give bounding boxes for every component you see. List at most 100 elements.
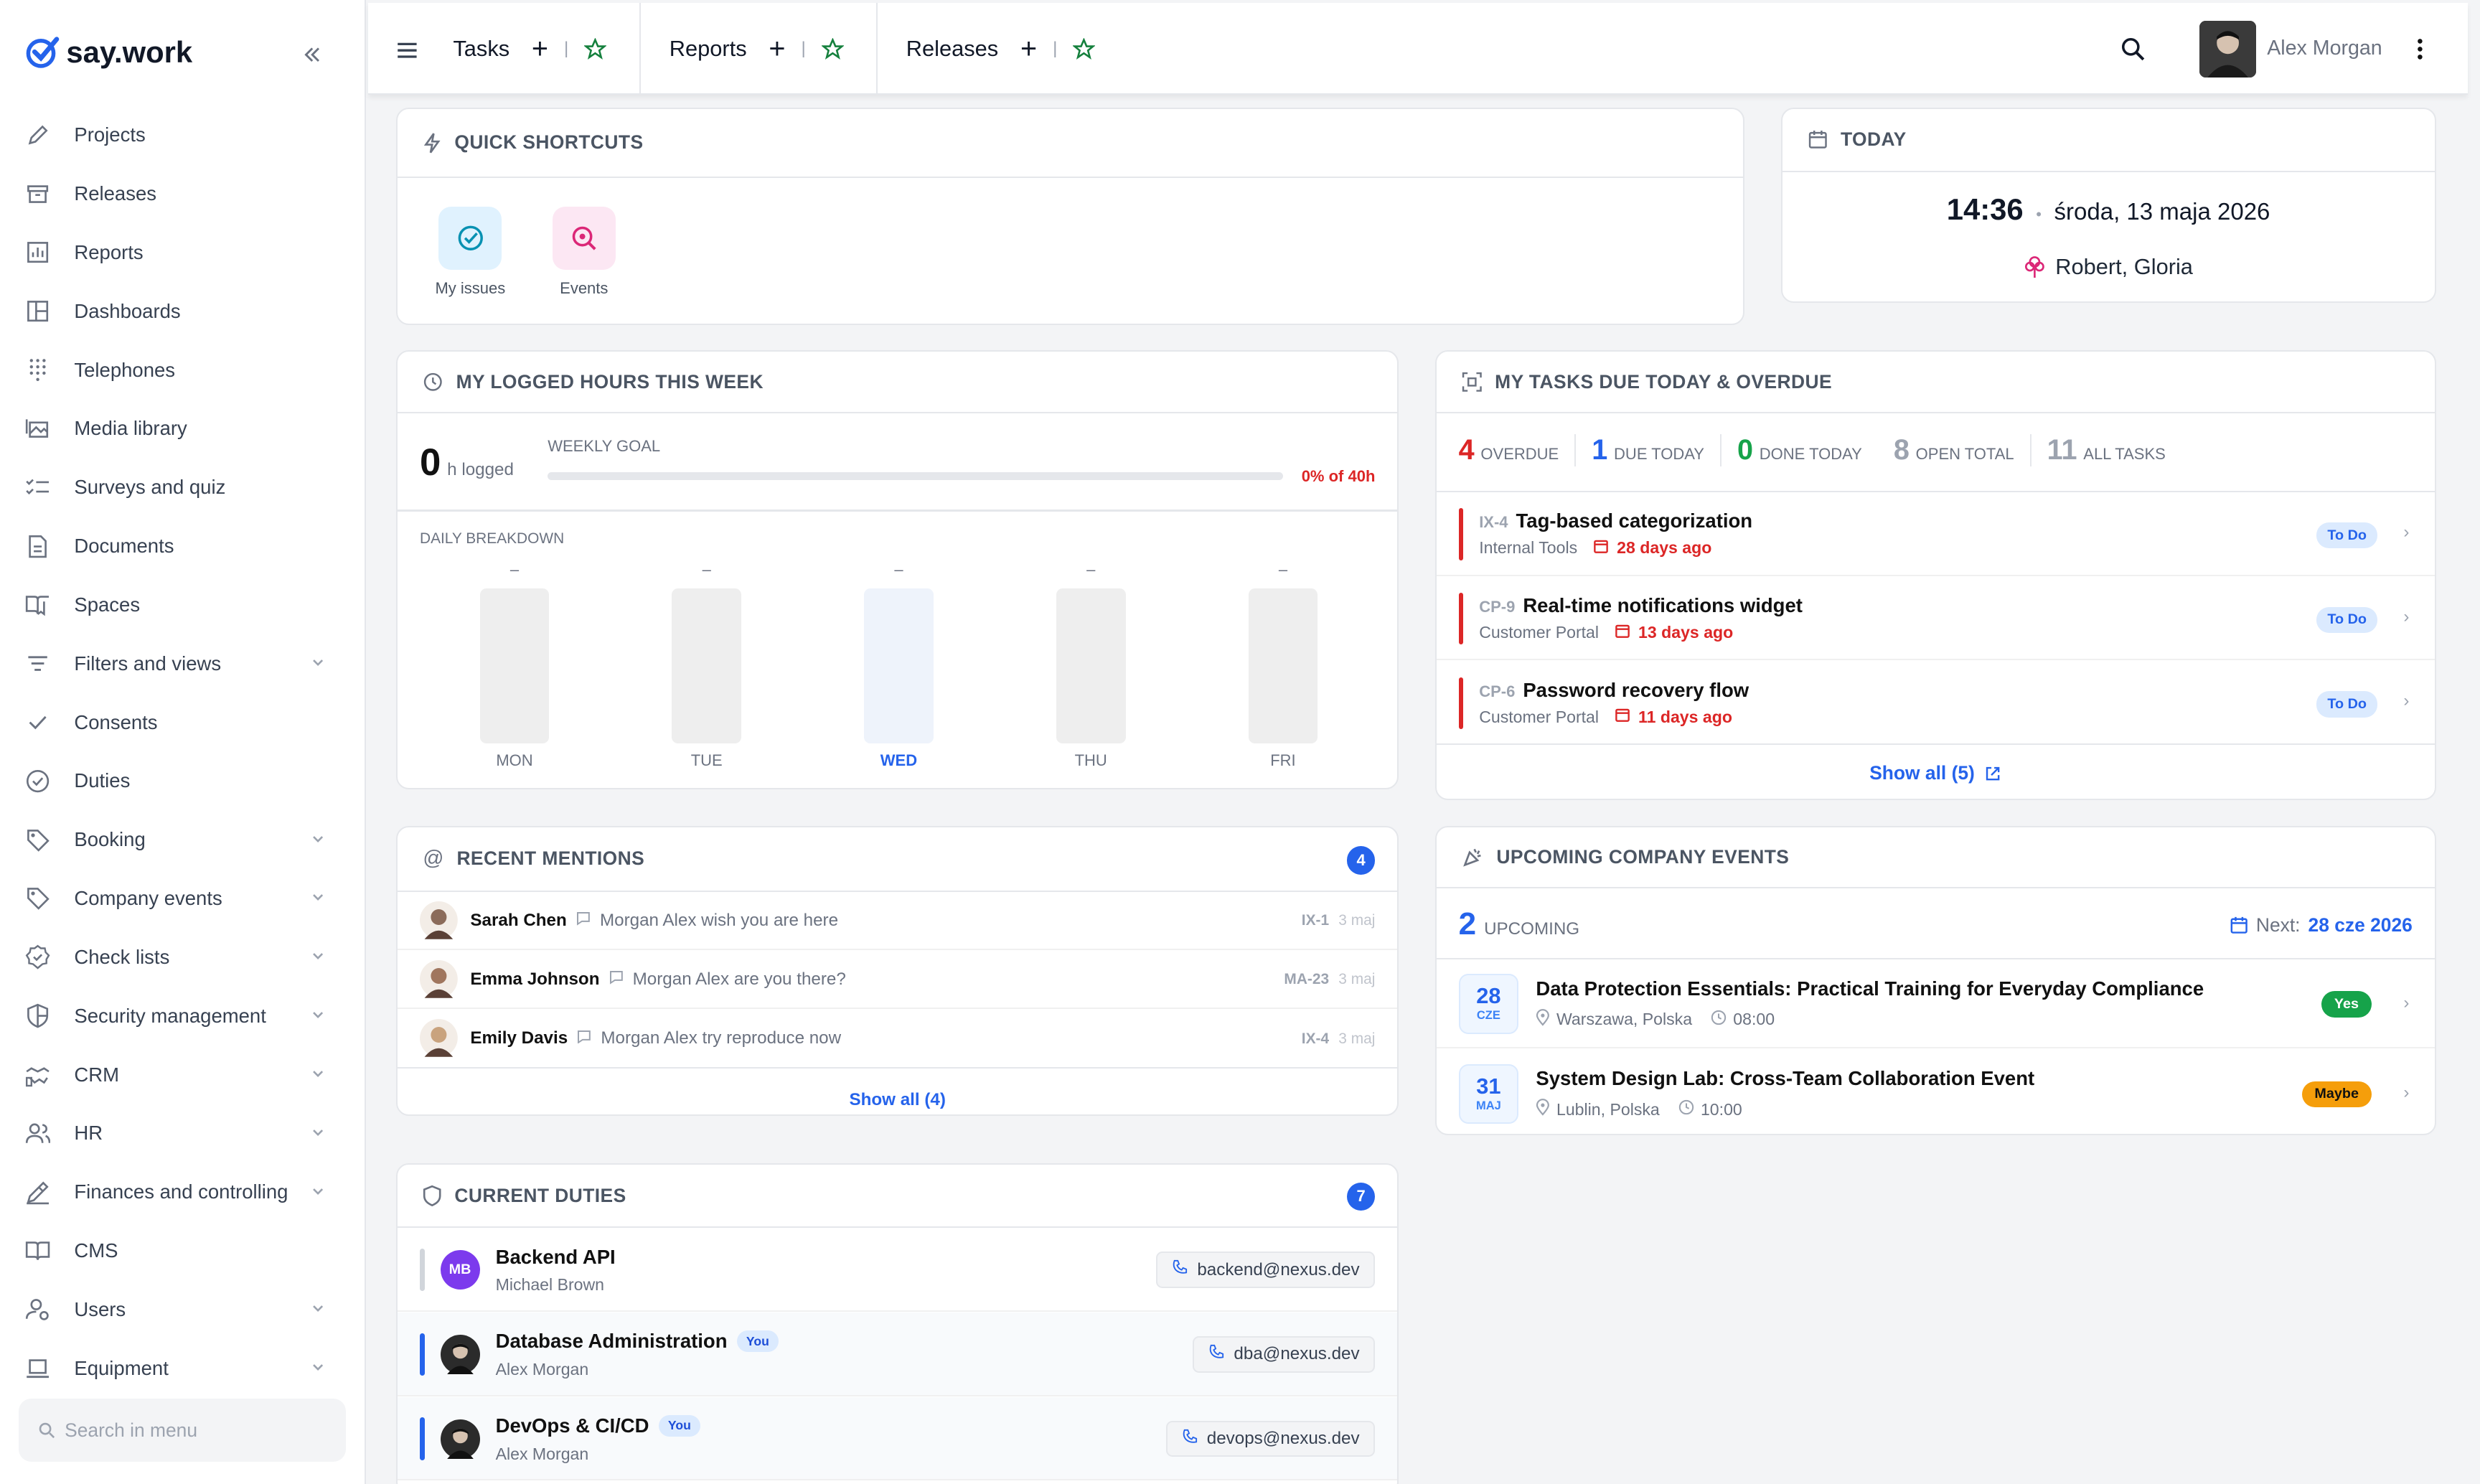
sidebar-item-releases[interactable]: Releases [0,164,366,223]
duty-title[interactable]: Backend API [496,1246,616,1269]
event-row[interactable]: 31 MAJ System Design Lab: Cross-Team Colla… [1437,1050,2435,1138]
collapse-sidebar-icon[interactable] [303,44,321,70]
external-link-icon[interactable] [1984,765,2001,782]
star-icon[interactable] [584,37,607,60]
mention-author[interactable]: Sarah Chen [470,911,566,931]
shortcut-label[interactable]: My issues [426,279,515,298]
task-stat[interactable]: 11 ALL TASKS [2029,433,2181,466]
event-title[interactable]: Data Protection Essentials: Practical Tr… [1536,977,2204,1000]
sidebar-item-check-lists[interactable]: Check lists [0,928,366,987]
email-contact-button[interactable]: dba@nexus.dev [1193,1336,1376,1373]
sidebar-item-crm[interactable]: CRM [0,1046,366,1104]
task-stat[interactable]: 1 DUE TODAY [1574,433,1720,466]
shortcut-my-issues[interactable]: My issues [426,206,515,298]
mention-author[interactable]: Emily Davis [470,1028,568,1048]
add-icon[interactable]: + [1020,33,1037,65]
next-event-date[interactable]: 28 cze 2026 [2308,914,2413,936]
chevron-down-icon[interactable] [309,1005,328,1024]
mention-row[interactable]: Emma Johnson Morgan Alex are you there? MA… [398,951,1398,1010]
search-zoom-icon[interactable] [552,206,616,270]
chevron-right-icon[interactable]: › [2403,1083,2409,1103]
task-key[interactable]: CP-9 [1479,598,1515,616]
sidebar-item-security-management[interactable]: Security management [0,987,366,1046]
task-title[interactable]: Password recovery flow [1523,679,1749,702]
rsvp-badge[interactable]: Maybe [2301,1081,2372,1107]
user-name[interactable]: Alex Morgan [2267,37,2382,60]
task-row[interactable]: CP-6 Password recovery flow Customer Porta… [1437,662,2435,746]
event-row[interactable]: 28 CZE Data Protection Essentials: Practic… [1436,959,2435,1048]
chevron-down-icon[interactable] [309,947,328,965]
add-icon[interactable]: + [769,33,785,65]
task-key[interactable]: IX-4 [1479,513,1508,532]
sidebar-item-telephones[interactable]: Telephones [0,341,366,400]
sidebar-item-cms[interactable]: CMS [0,1221,366,1280]
duty-email[interactable]: devops@nexus.dev [1207,1429,1360,1449]
sidebar-item-hr[interactable]: HR [0,1104,366,1163]
task-key[interactable]: CP-6 [1479,682,1515,701]
tab-reports[interactable]: Reports + | [670,3,844,95]
sidebar-item-consents[interactable]: Consents [0,693,366,752]
duty-title[interactable]: DevOps & CI/CD [496,1414,649,1437]
add-icon[interactable]: + [532,33,548,65]
duty-row[interactable]: DevOps & CI/CD You Alex Morgan devops@nexus… [398,1396,1398,1481]
tasks-show-all[interactable]: Show all (5) [1437,762,2435,784]
sidebar-item-finances-and-controlling[interactable]: Finances and controlling [0,1163,366,1221]
duty-email[interactable]: dba@nexus.dev [1234,1344,1359,1364]
chevron-right-icon[interactable]: › [2403,993,2409,1013]
star-icon[interactable] [1073,37,1096,60]
chevron-down-icon[interactable] [309,653,328,672]
sidebar-item-spaces[interactable]: Spaces [0,576,366,634]
chevron-down-icon[interactable] [309,1182,328,1201]
tab-label[interactable]: Tasks [453,36,509,62]
task-row[interactable]: CP-9 Real-time notifications widget Custom… [1436,577,2435,661]
mention-key[interactable]: IX-4 [1302,1030,1329,1048]
tab-releases[interactable]: Releases + | [906,3,1096,95]
mentions-show-all[interactable]: Show all (4) [398,1083,1397,1112]
tab-label[interactable]: Releases [906,36,998,62]
chevron-right-icon[interactable]: › [2403,691,2409,711]
chevron-down-icon[interactable] [309,1358,328,1376]
task-stat[interactable]: 8 OPEN TOTAL [1878,434,2030,466]
sidebar-item-reports[interactable]: Reports [0,223,366,282]
event-title[interactable]: System Design Lab: Cross-Team Collaborat… [1536,1067,2034,1090]
check-circle-icon[interactable] [438,206,502,270]
sidebar-item-documents[interactable]: Documents [0,517,366,576]
mention-row[interactable]: Emily Davis Morgan Alex try reproduce now… [398,1010,1397,1068]
mention-key[interactable]: IX-1 [1302,912,1329,929]
sidebar-item-duties[interactable]: Duties [0,752,366,811]
sidebar-item-media-library[interactable]: Media library [0,400,366,459]
chevron-down-icon[interactable] [309,830,328,848]
sidebar-item-booking[interactable]: Booking [0,810,366,869]
menu-search-input[interactable]: Search in menu [19,1399,346,1462]
email-contact-button[interactable]: backend@nexus.dev [1156,1251,1376,1288]
tasks-show-all-label[interactable]: Show all (5) [1869,762,1975,784]
email-contact-button[interactable]: devops@nexus.dev [1165,1420,1376,1457]
hamburger-menu-icon[interactable] [396,38,418,67]
shortcut-events[interactable]: Events [540,206,628,298]
sidebar-item-company-events[interactable]: Company events [0,869,366,928]
tab-label[interactable]: Reports [670,36,747,62]
more-options-icon[interactable] [2417,38,2423,67]
mention-author[interactable]: Emma Johnson [470,969,599,990]
duty-row[interactable]: MB Backend API Michael Brown backend@nexus.… [398,1228,1398,1312]
search-icon[interactable] [2120,37,2146,68]
chevron-right-icon[interactable]: › [2403,607,2409,627]
chevron-down-icon[interactable] [309,1123,328,1142]
mention-row[interactable]: Sarah Chen Morgan Alex wish you are here I… [398,892,1398,951]
mention-key[interactable]: MA-23 [1284,971,1329,988]
task-stat[interactable]: 4 OVERDUE [1459,434,1575,466]
sidebar-item-projects[interactable]: Projects [0,105,366,164]
tab-tasks[interactable]: Tasks + | [453,3,607,95]
sidebar-item-equipment[interactable]: Equipment [0,1339,366,1398]
sidebar-item-dashboards[interactable]: Dashboards [0,282,366,341]
task-title[interactable]: Tag-based categorization [1516,509,1753,532]
app-logo[interactable]: say.work [25,34,192,69]
sidebar-item-surveys-and-quiz[interactable]: Surveys and quiz [0,458,366,517]
task-title[interactable]: Real-time notifications widget [1523,594,1803,617]
mentions-show-all-label[interactable]: Show all (4) [849,1090,945,1109]
chevron-down-icon[interactable] [309,888,328,907]
duty-row[interactable]: Database Administration You Alex Morgan dba… [398,1312,1398,1396]
shortcut-label[interactable]: Events [540,279,628,298]
duty-title[interactable]: Database Administration [496,1330,728,1353]
chevron-right-icon[interactable]: › [2403,522,2409,543]
